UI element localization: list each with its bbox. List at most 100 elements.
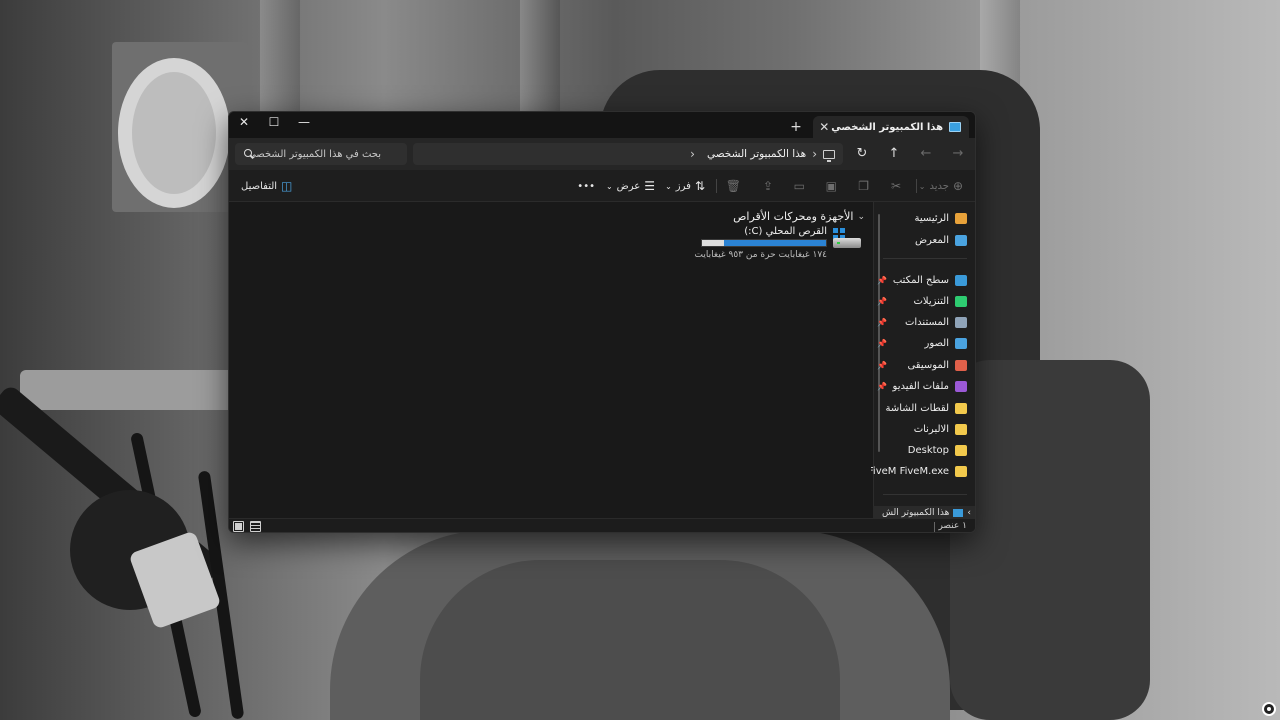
- separator: [883, 494, 967, 495]
- folder-icon: [955, 338, 967, 350]
- window-controls: ✕ ☐ —: [229, 112, 319, 134]
- drive-usage-bar: [701, 239, 827, 247]
- sidebar-item-folder[interactable]: الالبرنات: [914, 419, 967, 439]
- details-button[interactable]: ◫ التفاصيل: [241, 176, 292, 196]
- divider: [934, 522, 935, 532]
- details-view-icon[interactable]: [250, 521, 261, 532]
- up-button[interactable]: ↑: [883, 144, 905, 164]
- pin-icon: 📌: [877, 296, 887, 306]
- copy-button[interactable]: ❐: [858, 176, 869, 196]
- computer-icon: [949, 122, 961, 132]
- navigation-pane: الرئيسية المعرض سطح المكتب 📌 التنزيلات 📌 الم…: [868, 202, 975, 520]
- sidebar-item-home[interactable]: الرئيسية: [915, 208, 967, 228]
- sidebar-item-folder[interactable]: Desktop: [908, 441, 967, 461]
- chevron-down-icon: ⌄: [665, 181, 672, 191]
- group-header-devices[interactable]: ⌄ الأجهزة ومحركات الأقراص: [733, 210, 865, 223]
- folder-icon: [955, 445, 967, 457]
- sidebar-item-folder[interactable]: لقطات الشاشة: [886, 398, 967, 418]
- hard-drive-icon: [831, 228, 861, 250]
- group-title: الأجهزة ومحركات الأقراص: [733, 210, 854, 223]
- sidebar-item-label: التنزيلات: [913, 295, 949, 307]
- pin-icon: 📌: [877, 339, 887, 349]
- sidebar-item-gallery[interactable]: المعرض: [915, 230, 967, 250]
- divider: [916, 179, 917, 193]
- drive-usage-fill: [724, 240, 826, 246]
- sidebar-item-pinned[interactable]: المستندات 📌: [877, 313, 967, 333]
- chevron-down-icon: ⌄: [605, 181, 613, 191]
- pin-icon: 📌: [877, 382, 887, 391]
- sidebar-item-label: المعرض: [914, 234, 949, 246]
- details-pane-icon: ◫: [281, 179, 293, 193]
- sidebar-item-pinned[interactable]: التنزيلات 📌: [877, 291, 967, 311]
- sidebar-item-label: الالبرنات: [913, 423, 949, 435]
- divider: [716, 179, 717, 193]
- sidebar-item-label: Desktop: [907, 445, 949, 457]
- sidebar-item-pinned[interactable]: ملفات الفيديو 📌: [877, 377, 967, 397]
- navigation-bar: → ← ↑ ↻ ‹ هذا الكمبيوتر الشخصي ‹: [229, 138, 975, 170]
- folder-icon: [955, 381, 967, 392]
- sidebar-item-pinned[interactable]: سطح المكتب 📌: [877, 270, 967, 290]
- delete-button[interactable]: 🗑: [726, 176, 741, 196]
- search-icon: [243, 149, 253, 159]
- computer-icon: [953, 509, 964, 517]
- paste-button[interactable]: ▣: [826, 176, 837, 196]
- sidebar-item-label: الرئيسية: [914, 212, 949, 224]
- maximize-button[interactable]: ☐: [259, 112, 289, 134]
- folder-icon: [955, 295, 967, 307]
- sidebar-item-label: ملفات الفيديو: [892, 381, 949, 392]
- folder-icon: [955, 423, 967, 435]
- search-input[interactable]: [253, 148, 381, 160]
- sidebar-item-label: الموسيقى: [907, 359, 949, 371]
- drive-body: [833, 238, 861, 248]
- chevron-down-icon: ⌄: [918, 181, 926, 191]
- address-bar[interactable]: ‹ هذا الكمبيوتر الشخصي ‹: [413, 143, 843, 165]
- rename-button[interactable]: ▭: [794, 176, 805, 196]
- back-button[interactable]: →: [947, 144, 969, 164]
- tab-title: هذا الكمبيوتر الشخصي: [831, 121, 943, 133]
- more-icon: •••: [577, 180, 595, 192]
- tab-this-pc[interactable]: هذا الكمبيوتر الشخصي ✕: [813, 116, 969, 138]
- view-button[interactable]: ☰ عرض ⌄: [606, 176, 655, 196]
- view-list-icon: ☰: [644, 179, 655, 193]
- folder-icon: [955, 274, 967, 286]
- sidebar-item-folder[interactable]: FiveM FiveM.exe: [868, 462, 967, 482]
- file-explorer-window: هذا الكمبيوتر الشخصي ✕ + ✕ ☐ — → ← ↑ ↻ ‹…: [228, 111, 976, 533]
- chevron-down-icon: ⌄: [857, 211, 865, 222]
- minimize-button[interactable]: —: [289, 112, 319, 134]
- new-tab-button[interactable]: +: [787, 118, 805, 136]
- view-toggles: [233, 521, 261, 532]
- share-icon: ⇪: [762, 179, 773, 193]
- trash-icon: 🗑: [725, 179, 741, 193]
- sidebar-item-pinned[interactable]: الموسيقى 📌: [877, 355, 967, 375]
- sort-button[interactable]: ⇅ فرز ⌄: [665, 176, 705, 196]
- cut-button[interactable]: ✂: [891, 176, 901, 196]
- rename-icon: ▭: [793, 179, 805, 193]
- computer-icon: [823, 149, 835, 162]
- copy-icon: ❐: [858, 179, 869, 193]
- share-button[interactable]: ⇪: [763, 176, 773, 196]
- chevron-left-icon[interactable]: ‹: [690, 147, 695, 161]
- content-area: ⌄ الأجهزة ومحركات الأقراص القرص المحلي (…: [229, 202, 871, 518]
- sidebar-item-pinned[interactable]: الصور 📌: [877, 334, 967, 354]
- more-options-button[interactable]: •••: [577, 176, 595, 196]
- sidebar-item-label: FiveM FiveM.exe: [867, 466, 949, 478]
- sort-icon: ⇅: [694, 179, 705, 193]
- chevron-left-icon[interactable]: ‹: [812, 147, 817, 161]
- drive-item-c[interactable]: القرص المحلي (C:) ١٧٤ غيغابايت حرة من ٩٥…: [693, 226, 861, 262]
- sidebar-item-label: الصور: [924, 338, 950, 350]
- refresh-button[interactable]: ↻: [851, 144, 873, 164]
- clipboard-icon: ▣: [825, 179, 837, 193]
- separator: [883, 258, 967, 259]
- forward-button[interactable]: ←: [915, 144, 937, 164]
- folder-icon: [955, 466, 967, 478]
- folder-icon: [955, 317, 967, 329]
- status-bar: ١ عنصر: [229, 518, 975, 532]
- search-box[interactable]: [235, 143, 407, 165]
- close-tab-icon[interactable]: ✕: [817, 120, 831, 134]
- close-window-button[interactable]: ✕: [229, 112, 259, 134]
- scrollbar[interactable]: [878, 214, 880, 452]
- wall-clock: [118, 58, 230, 208]
- new-button[interactable]: ⊕ جديد ⌄: [919, 176, 963, 196]
- breadcrumb[interactable]: هذا الكمبيوتر الشخصي: [707, 148, 806, 160]
- large-icons-view-icon[interactable]: [233, 521, 244, 532]
